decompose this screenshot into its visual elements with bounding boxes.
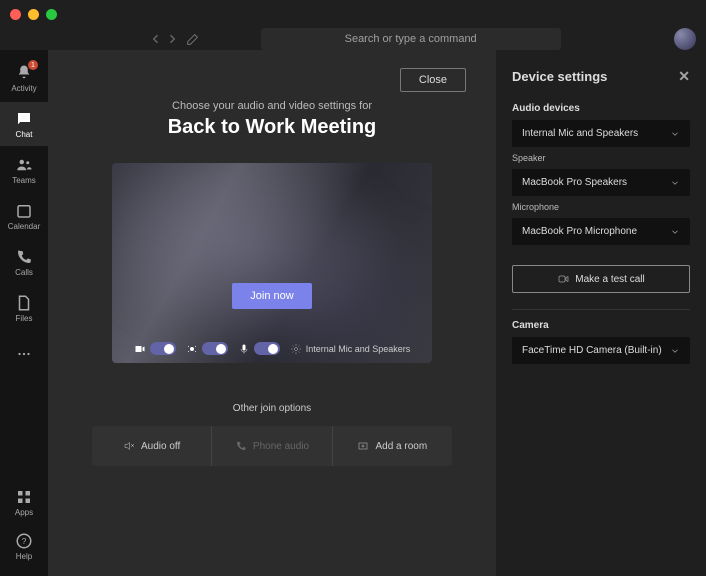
device-summary-text: Internal Mic and Speakers — [306, 344, 411, 354]
video-icon — [134, 343, 146, 355]
prejoin-stage: Close Choose your audio and video settin… — [48, 50, 706, 576]
video-preview: Join now In — [112, 163, 432, 363]
rail-apps[interactable]: Apps — [0, 480, 48, 524]
chevron-down-icon — [670, 178, 680, 188]
file-icon — [15, 294, 33, 312]
mic-icon — [238, 343, 250, 355]
blur-toggle[interactable] — [202, 342, 228, 355]
room-icon — [357, 440, 369, 452]
svg-text:?: ? — [22, 537, 27, 546]
camera-label: Camera — [512, 320, 690, 331]
rail-teams[interactable]: Teams — [0, 148, 48, 192]
select-value: MacBook Pro Microphone — [522, 226, 637, 237]
audio-devices-label: Audio devices — [512, 103, 690, 114]
phone-audio-option[interactable]: Phone audio — [211, 426, 331, 466]
chevron-down-icon — [670, 129, 680, 139]
select-value: MacBook Pro Speakers — [522, 177, 627, 188]
search-input[interactable]: Search or type a command — [261, 28, 561, 50]
device-settings-panel: Device settings ✕ Audio devices Internal… — [496, 50, 706, 576]
option-label: Add a room — [375, 441, 427, 452]
select-value: FaceTime HD Camera (Built-in) — [522, 345, 662, 356]
forward-icon[interactable] — [166, 33, 178, 45]
test-call-icon — [557, 273, 569, 285]
speaker-select[interactable]: MacBook Pro Speakers — [512, 169, 690, 196]
more-icon — [15, 345, 33, 363]
rail-calls[interactable]: Calls — [0, 240, 48, 284]
option-label: Audio off — [141, 441, 180, 452]
help-icon: ? — [15, 532, 33, 550]
blur-icon — [186, 343, 198, 355]
close-button[interactable]: Close — [400, 68, 466, 92]
avatar[interactable] — [674, 28, 696, 50]
chevron-down-icon — [670, 227, 680, 237]
window-maximize-icon[interactable] — [46, 9, 57, 20]
app-rail: 1 Activity Chat Teams Calendar Calls Fil… — [0, 50, 48, 576]
top-bar: Search or type a command — [0, 28, 706, 50]
panel-title: Device settings — [512, 69, 607, 84]
join-options: Audio off Phone audio Add a room — [92, 426, 452, 466]
audio-device-select[interactable]: Internal Mic and Speakers — [512, 120, 690, 147]
phone-icon — [235, 440, 247, 452]
microphone-label: Microphone — [512, 202, 690, 212]
blur-toggle-group — [186, 342, 228, 355]
rail-more[interactable] — [0, 332, 48, 376]
prejoin-subtitle: Choose your audio and video settings for — [172, 100, 372, 112]
rail-help[interactable]: ? Help — [0, 524, 48, 568]
mac-titlebar — [0, 0, 706, 28]
audio-off-option[interactable]: Audio off — [92, 426, 211, 466]
add-room-option[interactable]: Add a room — [332, 426, 452, 466]
compose-icon[interactable] — [186, 32, 200, 46]
teams-icon — [15, 156, 33, 174]
nav-arrows — [150, 33, 178, 45]
camera-toggle[interactable] — [150, 342, 176, 355]
rail-activity[interactable]: 1 Activity — [0, 56, 48, 100]
camera-toggle-group — [134, 342, 176, 355]
test-call-button[interactable]: Make a test call — [512, 265, 690, 293]
test-call-label: Make a test call — [575, 274, 644, 285]
join-button[interactable]: Join now — [232, 283, 311, 309]
meeting-title: Back to Work Meeting — [168, 116, 377, 139]
option-label: Phone audio — [253, 441, 309, 452]
rail-files[interactable]: Files — [0, 286, 48, 330]
other-options-label: Other join options — [233, 403, 311, 414]
phone-icon — [15, 248, 33, 266]
mic-toggle[interactable] — [254, 342, 280, 355]
rail-label: Calendar — [8, 222, 40, 231]
rail-calendar[interactable]: Calendar — [0, 194, 48, 238]
preview-controls: Internal Mic and Speakers — [134, 342, 411, 355]
chevron-down-icon — [670, 346, 680, 356]
rail-label: Activity — [11, 84, 36, 93]
rail-label: Files — [16, 314, 33, 323]
gear-icon — [290, 343, 302, 355]
camera-select[interactable]: FaceTime HD Camera (Built-in) — [512, 337, 690, 364]
traffic-lights — [10, 9, 57, 20]
audio-off-icon — [123, 440, 135, 452]
window-minimize-icon[interactable] — [28, 9, 39, 20]
mic-toggle-group — [238, 342, 280, 355]
window-close-icon[interactable] — [10, 9, 21, 20]
chat-icon — [15, 110, 33, 128]
rail-label: Help — [16, 552, 32, 561]
separator — [512, 309, 690, 310]
close-icon[interactable]: ✕ — [678, 68, 690, 85]
rail-label: Apps — [15, 508, 33, 517]
rail-label: Calls — [15, 268, 33, 277]
activity-badge: 1 — [28, 60, 38, 70]
speaker-label: Speaker — [512, 153, 690, 163]
calendar-icon — [15, 202, 33, 220]
microphone-select[interactable]: MacBook Pro Microphone — [512, 218, 690, 245]
device-summary-button[interactable]: Internal Mic and Speakers — [290, 343, 411, 355]
rail-chat[interactable]: Chat — [0, 102, 48, 146]
rail-label: Teams — [12, 176, 36, 185]
apps-icon — [15, 488, 33, 506]
rail-label: Chat — [16, 130, 33, 139]
select-value: Internal Mic and Speakers — [522, 128, 638, 139]
back-icon[interactable] — [150, 33, 162, 45]
